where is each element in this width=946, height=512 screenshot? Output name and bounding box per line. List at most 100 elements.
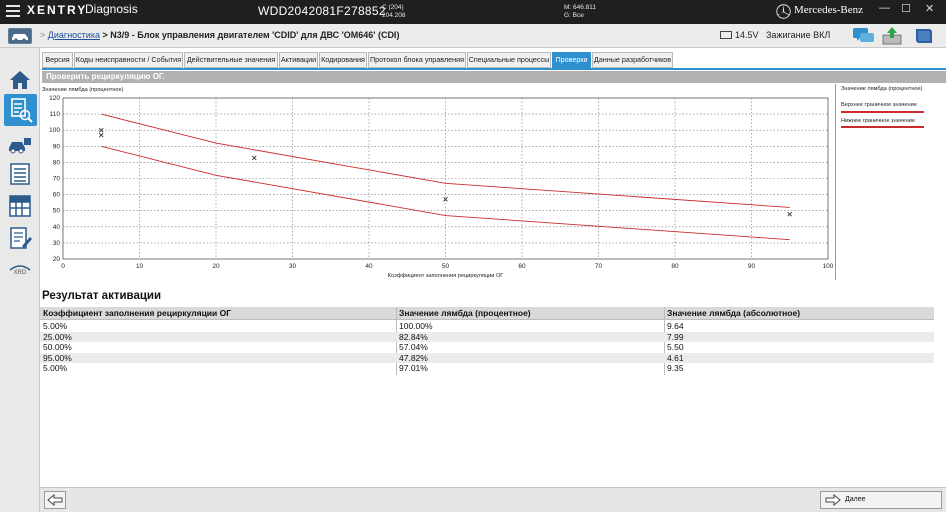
home-icon[interactable] — [7, 67, 33, 93]
y-tick-label: 60 — [53, 192, 61, 199]
maker-name: Mercedes-Benz — [794, 4, 864, 16]
bottom-bar: Далее — [40, 487, 946, 512]
chart-legend: Значение лямбда (процентное) Верхнее гра… — [838, 84, 946, 280]
tab-actual-values[interactable]: Действительные значения — [184, 52, 278, 68]
list-icon[interactable] — [7, 161, 33, 187]
results-title: Результат активации — [42, 290, 162, 302]
y-tick-label: 20 — [53, 256, 61, 263]
table-row: 5.00% 97.01% 9.35 — [40, 363, 934, 374]
next-button-label: Далее — [845, 496, 866, 503]
minimize-button[interactable]: — — [879, 2, 890, 14]
tab-special-procedures[interactable]: Специальные процессы — [467, 52, 551, 68]
y-tick-label: 30 — [53, 240, 61, 247]
cell-lambda-percent: 47.82% — [399, 352, 428, 363]
legend-item-lower-limit: Нижнее граничное значение — [841, 118, 916, 124]
legend-item-upper-limit: Верхнее граничное значение — [841, 102, 917, 108]
grid-icon[interactable] — [7, 193, 33, 219]
engine-line-2: G: Все — [564, 12, 584, 19]
model-line-2: 204.208 — [382, 12, 406, 19]
breadcrumb-bar: > Диагностика > N3/9 - Блок управления д… — [0, 24, 946, 48]
cell-lambda-absolute: 9.64 — [667, 321, 684, 331]
arrow-left-icon — [47, 493, 63, 507]
x-tick-label: 100 — [823, 263, 834, 270]
y-tick-label: 80 — [53, 159, 61, 166]
tab-underline — [42, 68, 946, 70]
tab-control-unit-log[interactable]: Протокол блока управления — [368, 52, 466, 68]
diagnosis-icon — [11, 98, 33, 123]
menu-icon[interactable] — [6, 5, 20, 17]
app-name: Diagnosis — [85, 2, 138, 16]
tab-bar: Версия Коды неисправности / События Дейс… — [42, 50, 946, 68]
legend-line-upper-limit — [841, 111, 924, 113]
upload-icon[interactable] — [880, 26, 904, 46]
y-tick-label: 100 — [49, 127, 60, 134]
battery-icon — [720, 31, 732, 39]
breadcrumb-link-diagnosis[interactable]: Диагностика — [48, 30, 100, 40]
table-header: Коэффициент заполнения рециркуляции ОГ З… — [40, 307, 934, 320]
cell-lambda-absolute: 7.99 — [667, 331, 684, 342]
xentry-window: XENTRY Diagnosis WDD2042081F278852 C (20… — [0, 0, 946, 512]
x-tick-label: 0 — [61, 263, 65, 270]
chat-icon[interactable] — [852, 26, 876, 46]
car-icon — [12, 34, 28, 42]
next-button[interactable]: Далее — [820, 491, 942, 509]
model-info: C (204) 204.208 — [382, 4, 406, 20]
cell-lambda-percent: 97.01% — [399, 363, 428, 373]
tab-activations[interactable]: Активации — [279, 52, 318, 68]
table-row: 50.00% 57.04% 5.50 — [40, 342, 934, 353]
breadcrumb: > Диагностика > N3/9 - Блок управления д… — [40, 30, 400, 40]
y-tick-label: 90 — [53, 143, 61, 150]
x-tick-label: 20 — [212, 263, 220, 270]
xrd-label: XRD — [13, 270, 27, 276]
x-tick-label: 70 — [595, 263, 603, 270]
y-tick-label: 40 — [53, 224, 61, 231]
cell-duty-cycle: 50.00% — [43, 342, 72, 352]
manual-book-icon[interactable] — [912, 26, 936, 46]
engine-info: M: 646.811 G: Все — [564, 4, 596, 20]
document-edit-icon[interactable] — [7, 225, 33, 251]
left-sidebar: XRD — [0, 48, 40, 512]
x-tick-label: 10 — [136, 263, 144, 270]
sidebar-item-diagnosis[interactable] — [4, 94, 37, 126]
model-line-1: C (204) — [382, 4, 404, 11]
y-tick-label: 120 — [49, 95, 60, 102]
vehicle-icon[interactable] — [8, 28, 32, 44]
tab-checks[interactable]: Проверки — [552, 52, 591, 68]
close-button[interactable]: ✕ — [925, 2, 934, 15]
back-button[interactable] — [44, 491, 66, 509]
section-title: Проверить рециркуляцию ОГ. — [42, 71, 946, 83]
title-bar: XENTRY Diagnosis WDD2042081F278852 C (20… — [0, 0, 946, 24]
x-tick-label: 50 — [442, 263, 450, 270]
cell-lambda-absolute: 5.50 — [667, 342, 684, 352]
column-header-lambda-absolute: Значение лямбда (абсолютное) — [667, 308, 801, 318]
tab-developer-data[interactable]: Данные разработчиков — [592, 52, 673, 68]
vehicle-systems-icon[interactable] — [7, 132, 33, 158]
x-tick-label: 30 — [289, 263, 297, 270]
y-axis-label: Значение лямбда (процентное) — [42, 87, 124, 93]
x-axis-label: Коэффициент заполнения рециркуляции ОГ — [388, 273, 504, 279]
maximize-button[interactable]: ☐ — [901, 2, 911, 15]
breadcrumb-current: N3/9 - Блок управления двигателем 'CDID'… — [110, 30, 400, 40]
table-row: 5.00% 100.00% 9.64 — [40, 321, 934, 332]
cell-duty-cycle: 5.00% — [43, 363, 68, 373]
legend-item-lambda: Значение лямбда (процентное) — [841, 86, 923, 92]
tab-version[interactable]: Версия — [42, 52, 73, 68]
cell-duty-cycle: 25.00% — [43, 331, 72, 342]
x-tick-label: 80 — [671, 263, 679, 270]
y-tick-label: 70 — [53, 176, 61, 183]
x-tick-label: 90 — [748, 263, 756, 270]
cell-lambda-absolute: 4.61 — [667, 352, 684, 363]
breadcrumb-separator: > — [102, 30, 108, 40]
tab-fault-codes[interactable]: Коды неисправности / События — [74, 52, 183, 68]
engine-line-1: M: 646.811 — [564, 4, 597, 11]
table-row: 95.00% 47.82% 4.61 — [40, 352, 934, 363]
ignition-status: Зажигание ВКЛ — [766, 30, 831, 40]
cell-duty-cycle: 95.00% — [43, 352, 72, 363]
brand-logo: XENTRY — [27, 3, 88, 17]
x-tick-label: 40 — [365, 263, 373, 270]
x-tick-label: 60 — [518, 263, 526, 270]
cell-lambda-percent: 82.84% — [399, 331, 428, 342]
tab-codings[interactable]: Кодирования — [319, 52, 367, 68]
y-tick-label: 50 — [53, 208, 61, 215]
chart-area: 0 10 20 30 40 50 60 70 80 90 100 20 30 40 50 60 70 80 90 10… — [42, 84, 836, 280]
